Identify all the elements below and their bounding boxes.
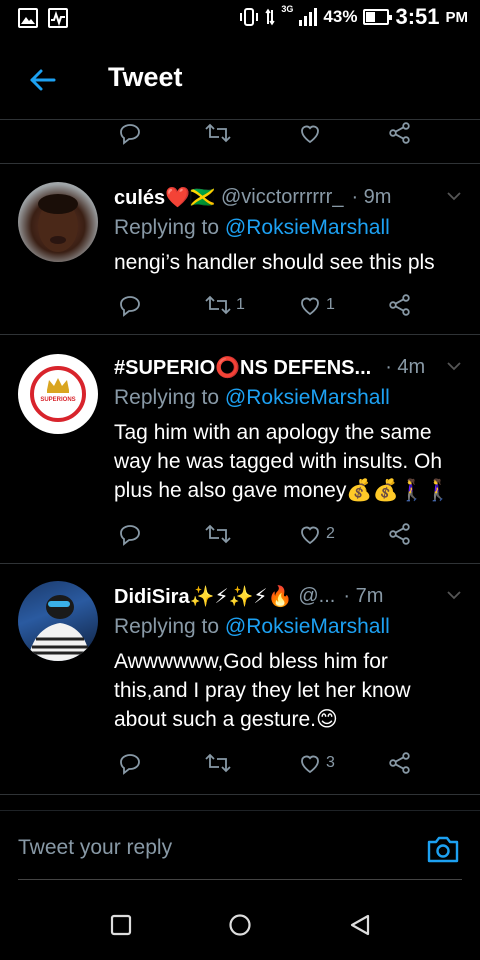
tweet-actions: 2 [0, 519, 480, 549]
reply-icon [120, 525, 140, 546]
tweet-text: Awwwwww,God bless him for this,and I pra… [114, 650, 411, 731]
share-icon [389, 752, 410, 774]
avatar[interactable] [18, 182, 98, 262]
battery-percent: 43% [323, 7, 358, 26]
divider [0, 794, 480, 795]
network-label: 3G [281, 4, 294, 14]
clock: 3:51 [395, 4, 440, 29]
like-button[interactable] [298, 118, 326, 148]
chevron-down-icon[interactable] [446, 188, 462, 204]
tweet-text: nengi’s handler should see this pls [114, 251, 435, 274]
like-button[interactable]: 2 [298, 519, 335, 549]
retweet-button[interactable] [204, 748, 236, 778]
like-button[interactable]: 3 [298, 748, 335, 778]
like-icon [301, 755, 319, 774]
share-button[interactable] [388, 290, 412, 320]
like-icon [301, 526, 319, 545]
svg-text:SUPERIONS: SUPERIONS [40, 397, 75, 403]
like-button[interactable]: 1 [298, 290, 335, 320]
data-transfer-icon [265, 8, 276, 26]
camera-icon[interactable] [426, 834, 460, 864]
chevron-down-icon[interactable] [446, 587, 462, 603]
tweet-actions-top [0, 118, 480, 148]
author-handle[interactable]: @vicctorrrrrr_ [221, 186, 344, 209]
share-icon [389, 523, 410, 545]
reply-button[interactable] [118, 118, 146, 148]
divider [0, 810, 480, 811]
share-icon [389, 294, 410, 316]
battery-icon [363, 9, 393, 25]
clock-ampm: PM [445, 8, 469, 26]
tweet-time: · 7m [343, 584, 384, 607]
mention-link[interactable]: @RoksieMarshall [225, 386, 390, 409]
recents-icon[interactable] [108, 912, 134, 938]
chevron-down-icon[interactable] [446, 358, 462, 374]
retweet-count: 1 [236, 296, 245, 313]
reply-button[interactable] [118, 290, 146, 320]
retweet-icon [205, 753, 231, 773]
retweet-button[interactable] [204, 118, 236, 148]
divider [0, 334, 480, 335]
retweet-icon [205, 123, 231, 143]
tweet-time: · 9m [351, 185, 392, 208]
gallery-icon [18, 8, 38, 28]
home-icon[interactable] [227, 912, 253, 938]
replying-to: Replying to @RoksieMarshall [114, 386, 390, 409]
retweet-button[interactable]: 1 [204, 290, 245, 320]
tweet-text: Tag him with an apology the same way he … [114, 421, 451, 502]
share-icon [389, 122, 410, 144]
status-bar: 3G 43% 3:51 PM [0, 0, 480, 38]
author-name[interactable]: DidiSira✨⚡✨⚡🔥 [114, 584, 292, 609]
retweet-icon [205, 295, 231, 315]
tweet-actions: 1 1 [0, 290, 480, 320]
divider [0, 163, 480, 164]
share-button[interactable] [388, 748, 412, 778]
like-count: 1 [326, 296, 335, 313]
back-arrow-icon[interactable] [24, 62, 60, 98]
share-button[interactable] [388, 118, 412, 148]
activity-icon [48, 8, 68, 28]
divider [0, 563, 480, 564]
like-icon [301, 297, 319, 316]
mention-link[interactable]: @RoksieMarshall [225, 615, 390, 638]
system-nav-bar [0, 890, 480, 960]
reply-icon [120, 754, 140, 775]
like-icon [301, 125, 319, 144]
tweet-time: · 4m [385, 355, 426, 378]
retweet-icon [205, 524, 231, 544]
reply-button[interactable] [118, 748, 146, 778]
avatar[interactable] [18, 581, 98, 661]
author-name[interactable]: culés❤️🇯🇲 [114, 185, 215, 210]
retweet-button[interactable] [204, 519, 236, 549]
author-name[interactable]: #SUPERIO⭕NS DEFENS... [114, 355, 371, 380]
reply-tweet[interactable]: SUPERIONS #SUPERIO⭕NS DEFENS... · 4m Rep… [0, 352, 480, 532]
replying-to: Replying to @RoksieMarshall [114, 615, 390, 638]
reply-icon [120, 124, 140, 145]
reply-icon [120, 296, 140, 317]
tweet-actions: 3 [0, 748, 480, 778]
reply-composer [18, 822, 462, 880]
mention-link[interactable]: @RoksieMarshall [225, 216, 390, 239]
replying-to: Replying to @RoksieMarshall [114, 216, 390, 239]
signal-icon [299, 8, 318, 26]
reply-input[interactable] [18, 836, 398, 860]
like-count: 2 [326, 525, 335, 542]
page-title: Tweet [108, 62, 183, 92]
vibrate-icon [240, 8, 259, 26]
back-nav-icon[interactable] [347, 912, 373, 938]
share-button[interactable] [388, 519, 412, 549]
top-app-bar: Tweet [0, 38, 480, 120]
like-count: 3 [326, 754, 335, 771]
reply-tweet[interactable]: DidiSira✨⚡✨⚡🔥 @... · 7m Replying to @Rok… [0, 581, 480, 761]
reply-button[interactable] [118, 519, 146, 549]
avatar[interactable]: SUPERIONS [18, 354, 98, 434]
author-handle[interactable]: @... [298, 585, 335, 608]
